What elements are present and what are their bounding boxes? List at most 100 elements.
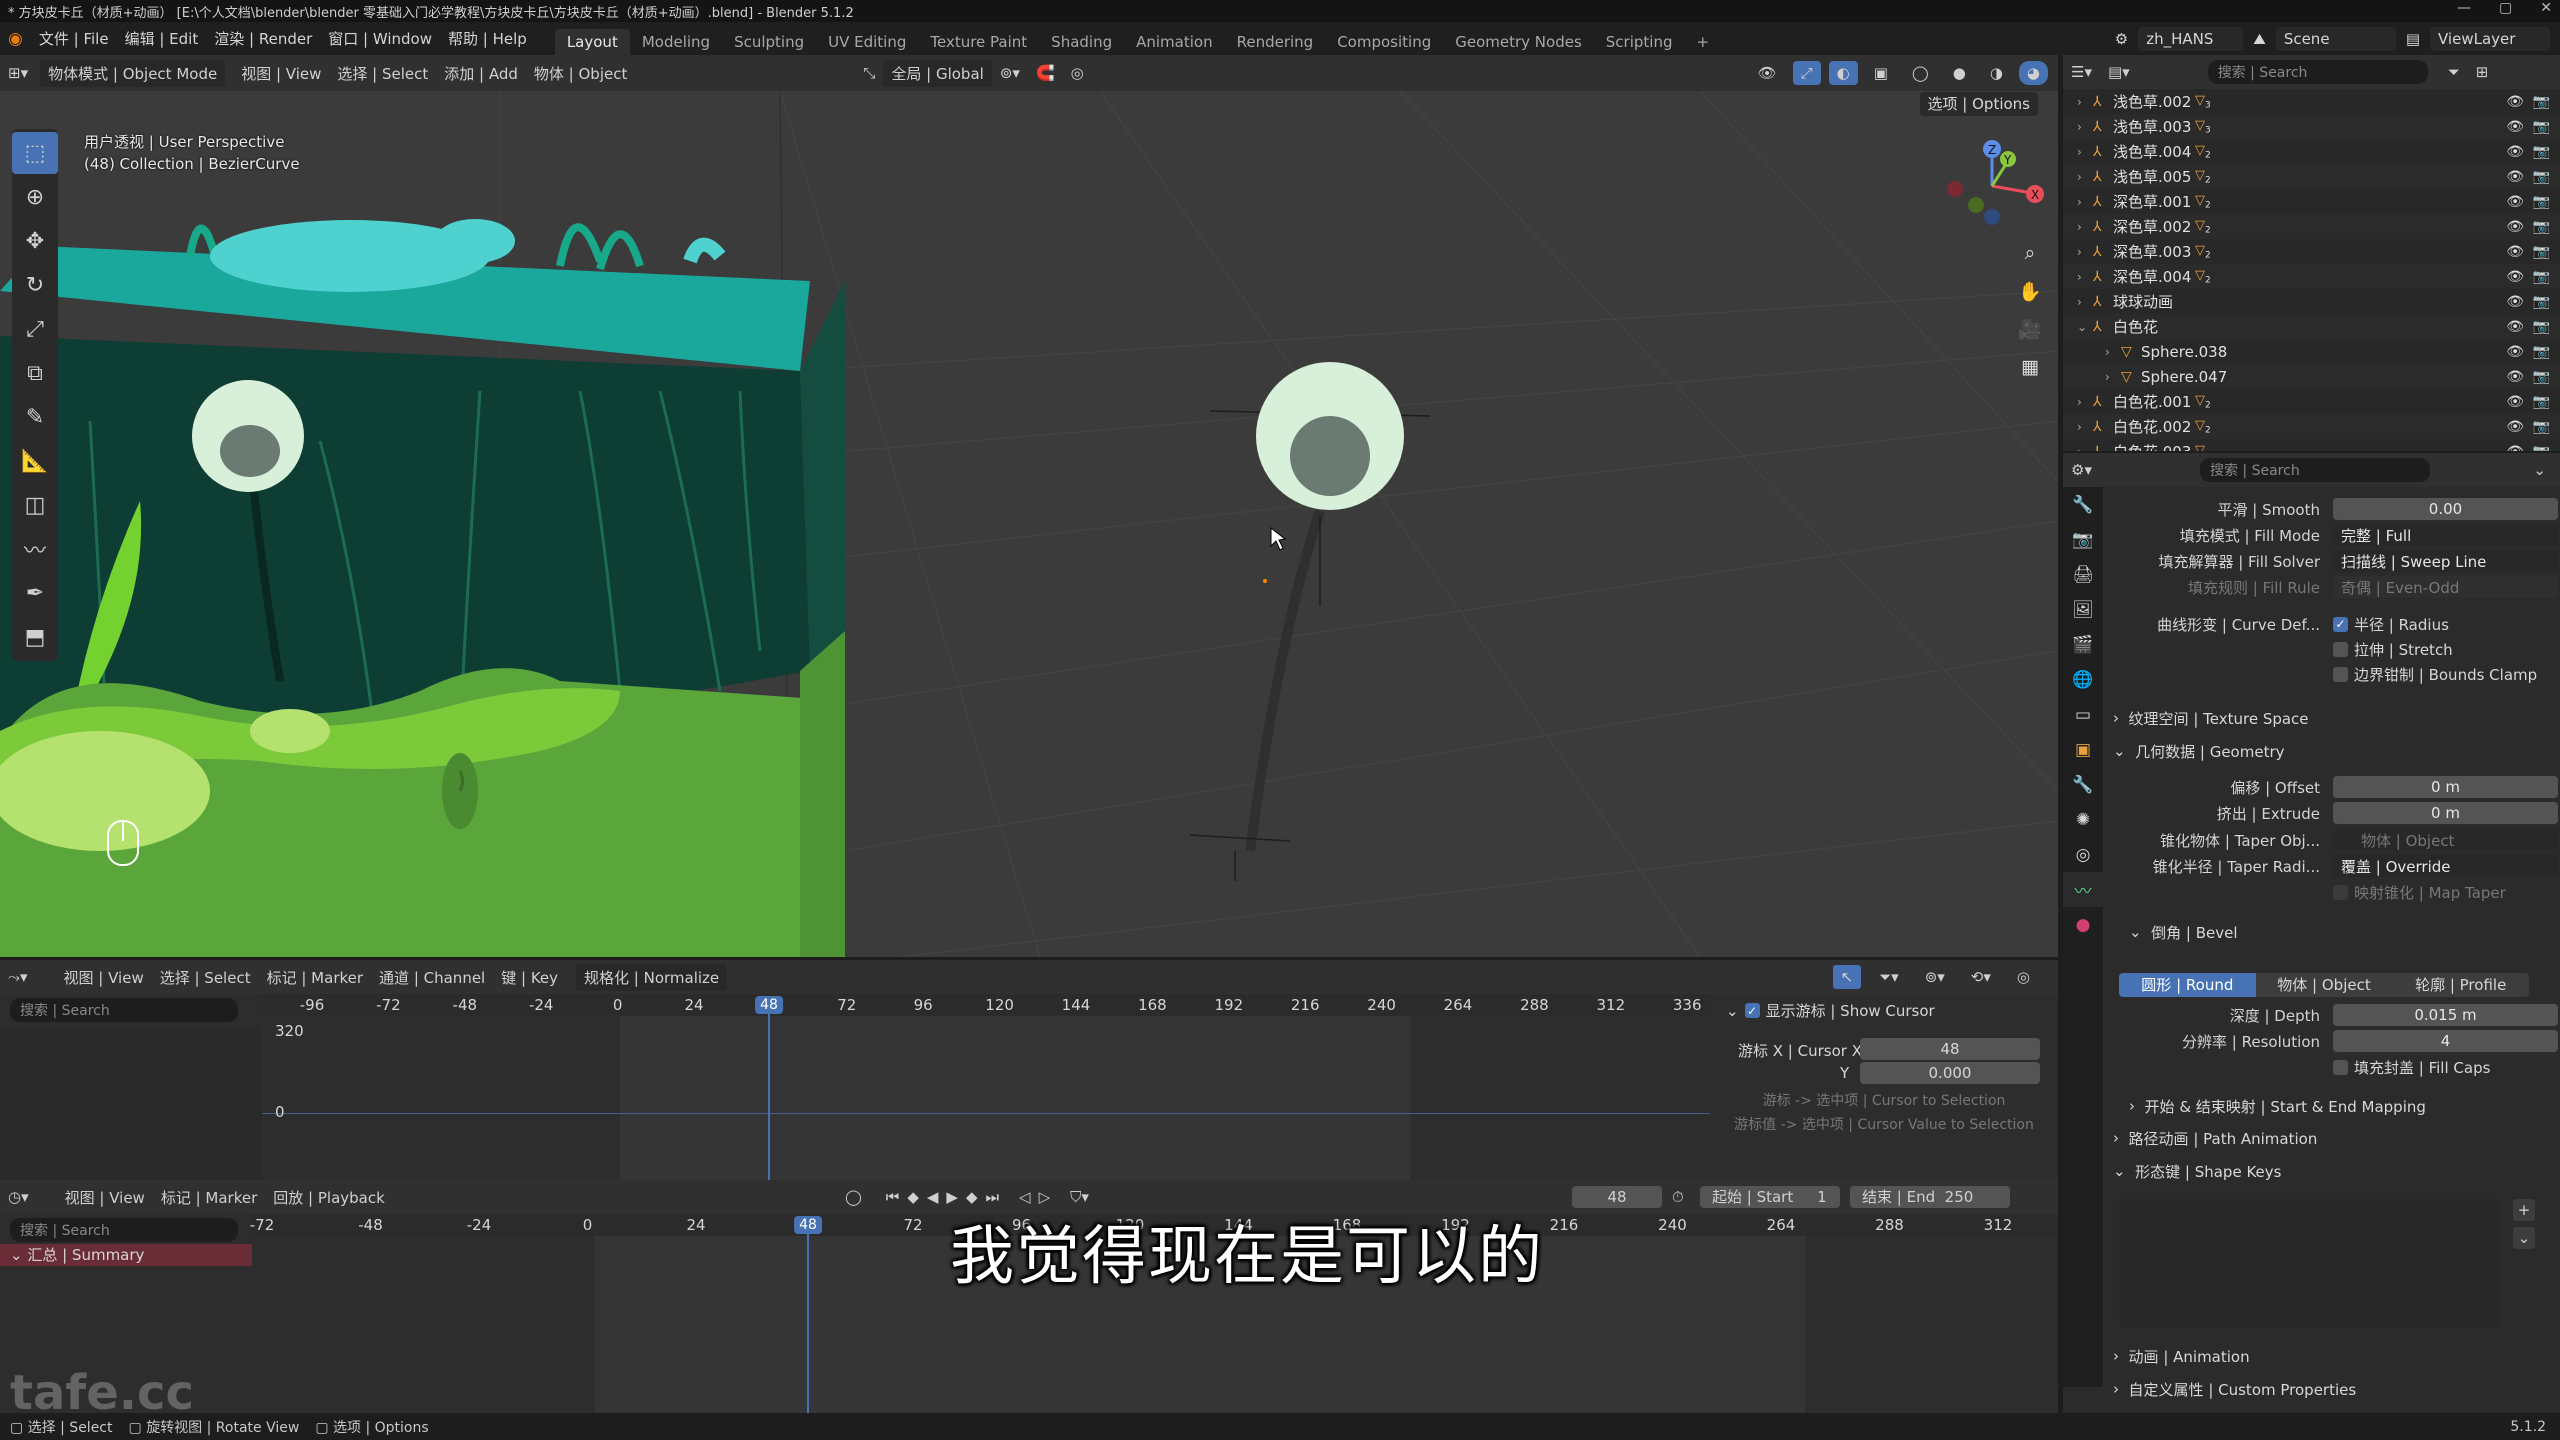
render-camera-icon[interactable]: 📷 [2533,169,2550,185]
scale-tool-icon[interactable]: ⤢ [12,308,58,350]
expand-arrow-icon[interactable]: › [2077,420,2082,434]
graph-key-menu[interactable]: 键 | Key [493,964,566,991]
tab-texture-paint[interactable]: Texture Paint [918,29,1039,55]
resolution-field[interactable]: 4 [2333,1030,2558,1052]
timeline-search[interactable]: 搜索 | Search [10,1218,238,1242]
expand-arrow-icon[interactable]: › [2077,295,2082,309]
show-cursor-row[interactable]: ⌄ ✓ 显示游标 | Show Cursor [1726,1000,1935,1021]
render-camera-icon[interactable]: 📷 [2533,194,2550,210]
menu-window[interactable]: 窗口 | Window [320,28,440,49]
outliner-row[interactable]: › ⅄ 深色草.003 ▽2 👁 📷 [2063,239,2560,264]
output-tab-icon[interactable]: 🖨 [2063,557,2103,592]
play-reverse-icon[interactable]: ◀ [927,1188,939,1206]
expand-arrow-icon[interactable]: › [2077,195,2082,209]
fill-solver-dropdown[interactable]: 扫描线 | Sweep Line [2333,550,2558,572]
extrude-tool-icon[interactable]: ⬒ [12,616,58,658]
scene-settings-icon[interactable]: ⚙ [2115,30,2128,48]
bevel-profile-button[interactable]: 轮廓 | Profile [2392,973,2530,997]
shape-key-menu-icon[interactable]: ⌄ [2513,1227,2535,1249]
mesh-data-icon[interactable]: ▽2 [2195,218,2211,236]
expand-arrow-icon[interactable]: › [2105,345,2110,359]
tab-geometry-nodes[interactable]: Geometry Nodes [1443,29,1594,55]
render-camera-icon[interactable]: 📷 [2533,119,2550,135]
bevel-panel[interactable]: ⌄ 倒角 | Bevel [2129,919,2559,945]
mesh-data-icon[interactable]: ▽2 [2195,168,2211,186]
transform-tool-icon[interactable]: ⧉ [12,352,58,394]
tab-scripting[interactable]: Scripting [1594,29,1685,55]
pivot-icon[interactable]: ⊚▾ [992,61,1028,85]
particles-tab-icon[interactable]: ✺ [2063,802,2103,837]
visibility-eye-icon[interactable]: 👁 [2506,194,2524,210]
render-camera-icon[interactable]: 📷 [2533,369,2550,385]
render-camera-icon[interactable]: 📷 [2533,144,2550,160]
cursor-x-field[interactable]: 48 [1860,1038,2040,1060]
rendered-shading-icon[interactable]: ◕ [2018,61,2048,85]
language-field[interactable]: zh_HANS [2138,26,2244,51]
graph-view-menu[interactable]: 视图 | View [56,964,152,991]
close-icon[interactable]: ✕ [2540,0,2552,16]
radius-checkbox[interactable]: ✓ 半径 | Radius [2333,614,2449,635]
cursor-to-selection-button[interactable]: 游标 -> 选中项 | Cursor to Selection [1728,1090,2040,1112]
outliner-item-name[interactable]: 浅色草.002 [2113,91,2191,112]
end-frame-field[interactable]: 结束 | End 250 [1850,1186,2010,1208]
outliner-row[interactable]: › ⅄ 球球动画 👁 📷 [2063,289,2560,314]
world-tab-icon[interactable]: 🌐 [2063,662,2103,697]
navigation-gizmo[interactable]: Z X Y [1940,131,2050,241]
curve-data-tab-icon[interactable]: 〰 [2063,872,2103,907]
expand-arrow-icon[interactable]: › [2077,395,2082,409]
outliner-item-name[interactable]: 白色花.002 [2113,416,2191,437]
only-selected-icon[interactable]: ↖ [1832,965,1862,989]
select-box-tool-icon[interactable]: ⬚ [12,132,58,174]
geometry-panel[interactable]: ⌄ 几何数据 | Geometry [2113,738,2543,764]
visibility-icon[interactable]: 👁 [1750,61,1785,85]
outliner-item-name[interactable]: 浅色草.005 [2113,166,2191,187]
graph-playhead[interactable] [768,1014,770,1192]
mesh-data-icon[interactable]: ▽2 [2195,443,2211,451]
blender-logo-icon[interactable]: ◉ [0,29,31,49]
prev-marker-icon[interactable]: ◁ [1019,1188,1031,1206]
modifier-tab-icon[interactable]: 🔧 [2063,767,2103,802]
tab-uv-editing[interactable]: UV Editing [816,29,918,55]
graph-marker-menu[interactable]: 标记 | Marker [259,964,371,991]
tool-tab-icon[interactable]: 🔧 [2063,487,2103,522]
outliner-item-name[interactable]: 球球动画 [2113,291,2173,312]
graph-proportional-icon[interactable]: ◎ [2009,965,2038,989]
bounds-clamp-checkbox[interactable]: 边界钳制 | Bounds Clamp [2333,664,2537,685]
cursor-y-field[interactable]: 0.000 [1860,1062,2040,1084]
zoom-view-icon[interactable]: ⌕ [2014,237,2046,269]
outliner-row[interactable]: › ⅄ 浅色草.003 ▽3 👁 📷 [2063,114,2560,139]
taper-object-field[interactable]: 物体 | Object [2333,829,2558,851]
visibility-eye-icon[interactable]: 👁 [2506,344,2524,360]
depth-field[interactable]: 0.015 m [2333,1004,2558,1026]
expand-arrow-icon[interactable]: › [2105,370,2110,384]
visibility-eye-icon[interactable]: 👁 [2506,394,2524,410]
graph-editor[interactable]: 搜索 | Search -96 -72 -48 -24 0 24 48 72 96 120 144 1… [0,994,2058,1192]
outliner-row[interactable]: › ⅄ 深色草.001 ▽2 👁 📷 [2063,189,2560,214]
fill-mode-dropdown[interactable]: 完整 | Full [2333,524,2558,546]
proportional-edit-icon[interactable]: ◎ [1063,61,1092,85]
jump-end-icon[interactable]: ⏭ [986,1188,1000,1206]
render-camera-icon[interactable]: 📷 [2533,219,2550,235]
menu-render[interactable]: 渲染 | Render [206,28,320,49]
render-camera-icon[interactable]: 📷 [2533,319,2550,335]
gizmo-toggle-icon[interactable]: ⤢ [1792,61,1821,85]
graph-ruler[interactable]: -96 -72 -48 -24 0 24 48 72 96 120 144 168 192 216 240 2… [262,994,1710,1016]
jump-start-icon[interactable]: ⏮ [886,1188,900,1206]
render-tab-icon[interactable]: 📷 [2063,522,2103,557]
bevel-round-button[interactable]: 圆形 | Round [2119,973,2256,997]
graph-channel-menu[interactable]: 通道 | Channel [371,964,493,991]
scene-tab-icon[interactable]: 🎬 [2063,627,2103,662]
display-mode-icon[interactable]: ▤▾ [2100,60,2138,84]
normalize-toggle[interactable]: 规格化 | Normalize [576,963,728,991]
mesh-data-icon[interactable]: ▽2 [2195,243,2211,261]
timeline-marker-menu[interactable]: 标记 | Marker [153,1184,265,1211]
move-tool-icon[interactable]: ✥ [12,220,58,262]
start-end-mapping-panel[interactable]: › 开始 & 结束映射 | Start & End Mapping [2129,1093,2559,1119]
tab-compositing[interactable]: Compositing [1325,29,1443,55]
render-camera-icon[interactable]: 📷 [2533,269,2550,285]
measure-tool-icon[interactable]: 📐 [12,440,58,482]
render-camera-icon[interactable]: 📷 [2533,419,2550,435]
bezier-curve-stem[interactable] [1245,509,1325,852]
maximize-icon[interactable]: ▢ [2499,0,2512,16]
graph-pivot-icon[interactable]: ⊚▾ [1917,965,1953,989]
